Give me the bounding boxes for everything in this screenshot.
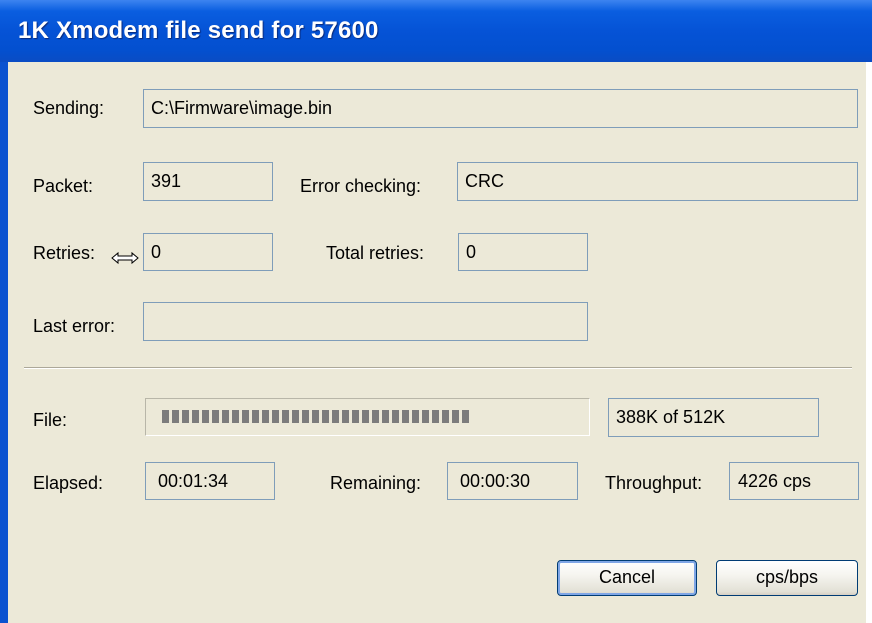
retries-field: 0 [143, 233, 273, 271]
progress-segment [312, 410, 319, 423]
progress-segment [282, 410, 289, 423]
progress-segment [242, 410, 249, 423]
progress-segment [252, 410, 259, 423]
window-frame-right [866, 62, 872, 623]
total-retries-label: Total retries: [326, 243, 425, 263]
progress-segment [302, 410, 309, 423]
sending-label: Sending: [33, 98, 105, 118]
window-title: 1K Xmodem file send for 57600 [18, 17, 379, 44]
retries-label: Retries: [33, 243, 96, 263]
progress-segment [202, 410, 209, 423]
progress-segment [322, 410, 329, 423]
progress-segment [362, 410, 369, 423]
elapsed-label: Elapsed: [33, 473, 104, 493]
progress-segment [422, 410, 429, 423]
elapsed-field: 00:01:34 [145, 462, 275, 500]
packet-field: 391 [143, 162, 273, 201]
packet-label: Packet: [33, 176, 94, 196]
throughput-field: 4226 cps [729, 462, 859, 500]
progress-segment [462, 410, 469, 423]
cps-bps-button[interactable]: cps/bps [716, 560, 858, 596]
progress-text-field: 388K of 512K [608, 398, 819, 437]
progress-segment [222, 410, 229, 423]
resize-horizontal-cursor-icon [111, 251, 139, 265]
progress-segment [392, 410, 399, 423]
sending-field: C:\Firmware\image.bin [143, 89, 858, 128]
divider [24, 367, 852, 369]
total-retries-field: 0 [458, 233, 588, 271]
progress-segment [382, 410, 389, 423]
progress-segment [452, 410, 459, 423]
progress-segment [292, 410, 299, 423]
progress-segment [442, 410, 449, 423]
last-error-field [143, 302, 588, 341]
last-error-label: Last error: [33, 316, 116, 336]
progress-segment [372, 410, 379, 423]
progress-segment [332, 410, 339, 423]
progress-segment [412, 410, 419, 423]
title-bar[interactable]: 1K Xmodem file send for 57600 [0, 0, 872, 62]
progress-segment [262, 410, 269, 423]
progress-segment [352, 410, 359, 423]
dialog-client-area [8, 62, 866, 623]
progress-segment [212, 410, 219, 423]
progress-segment [272, 410, 279, 423]
remaining-field: 00:00:30 [447, 462, 578, 500]
progress-segment [192, 410, 199, 423]
progress-segment [342, 410, 349, 423]
error-checking-label: Error checking: [300, 176, 422, 196]
progress-segment [432, 410, 439, 423]
progress-segment [182, 410, 189, 423]
window-frame-left [0, 62, 8, 623]
progress-segment [172, 410, 179, 423]
cancel-button[interactable]: Cancel [557, 560, 697, 596]
xmodem-dialog: 1K Xmodem file send for 57600 Sending: C… [0, 0, 872, 623]
file-label: File: [33, 410, 68, 430]
error-checking-field: CRC [457, 162, 858, 201]
remaining-label: Remaining: [330, 473, 422, 493]
progress-segment [162, 410, 169, 423]
progress-segment [402, 410, 409, 423]
throughput-label: Throughput: [605, 473, 703, 493]
progress-segment [232, 410, 239, 423]
file-progress-bar [145, 398, 590, 436]
